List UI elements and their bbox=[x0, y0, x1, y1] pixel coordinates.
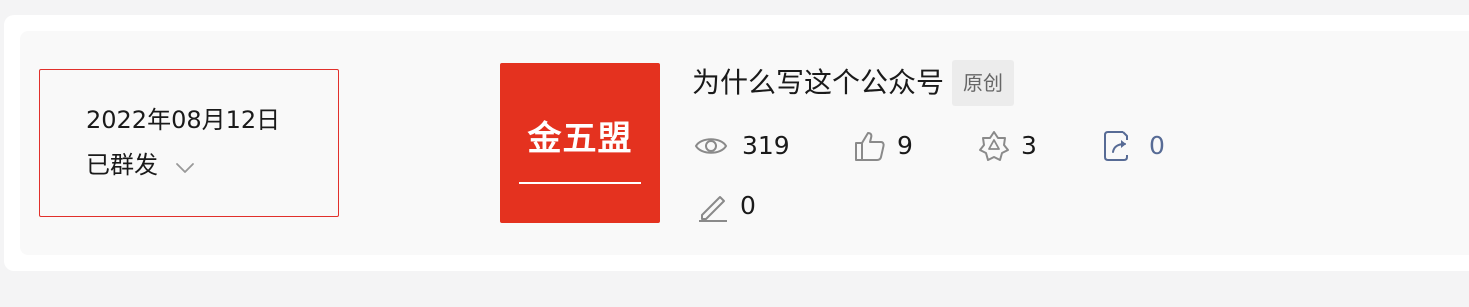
read-count: 319 bbox=[742, 131, 790, 160]
publish-status-label: 已群发 bbox=[86, 151, 158, 179]
title-row: 为什么写这个公众号 原创 bbox=[692, 60, 1015, 106]
wow-count-stat: 3 bbox=[977, 129, 1037, 163]
original-badge: 原创 bbox=[952, 60, 1015, 106]
like-count: 9 bbox=[897, 131, 913, 160]
eye-icon bbox=[694, 129, 728, 163]
share-count: 0 bbox=[1149, 131, 1165, 160]
publish-date: 2022年08月12日 bbox=[86, 106, 281, 134]
wow-count: 3 bbox=[1021, 131, 1037, 160]
wow-icon bbox=[977, 129, 1011, 163]
comment-count-stat: 0 bbox=[696, 189, 756, 223]
cover-logo-text: 金五盟 bbox=[527, 119, 633, 159]
publish-status-dropdown[interactable]: 已群发 bbox=[86, 148, 196, 182]
thumbs-up-icon bbox=[853, 129, 887, 163]
chevron-down-icon bbox=[174, 154, 196, 176]
pencil-icon bbox=[696, 189, 730, 223]
article-title[interactable]: 为什么写这个公众号 bbox=[692, 60, 944, 106]
publish-info-box: 2022年08月12日 已群发 bbox=[39, 69, 339, 217]
article-cover-image[interactable]: 金五盟 bbox=[500, 63, 660, 223]
like-count-stat: 9 bbox=[853, 129, 913, 163]
read-count-stat: 319 bbox=[694, 129, 790, 163]
share-icon bbox=[1101, 129, 1135, 163]
share-count-stat[interactable]: 0 bbox=[1101, 129, 1165, 163]
cover-divider bbox=[519, 182, 641, 184]
comment-count: 0 bbox=[740, 191, 756, 220]
